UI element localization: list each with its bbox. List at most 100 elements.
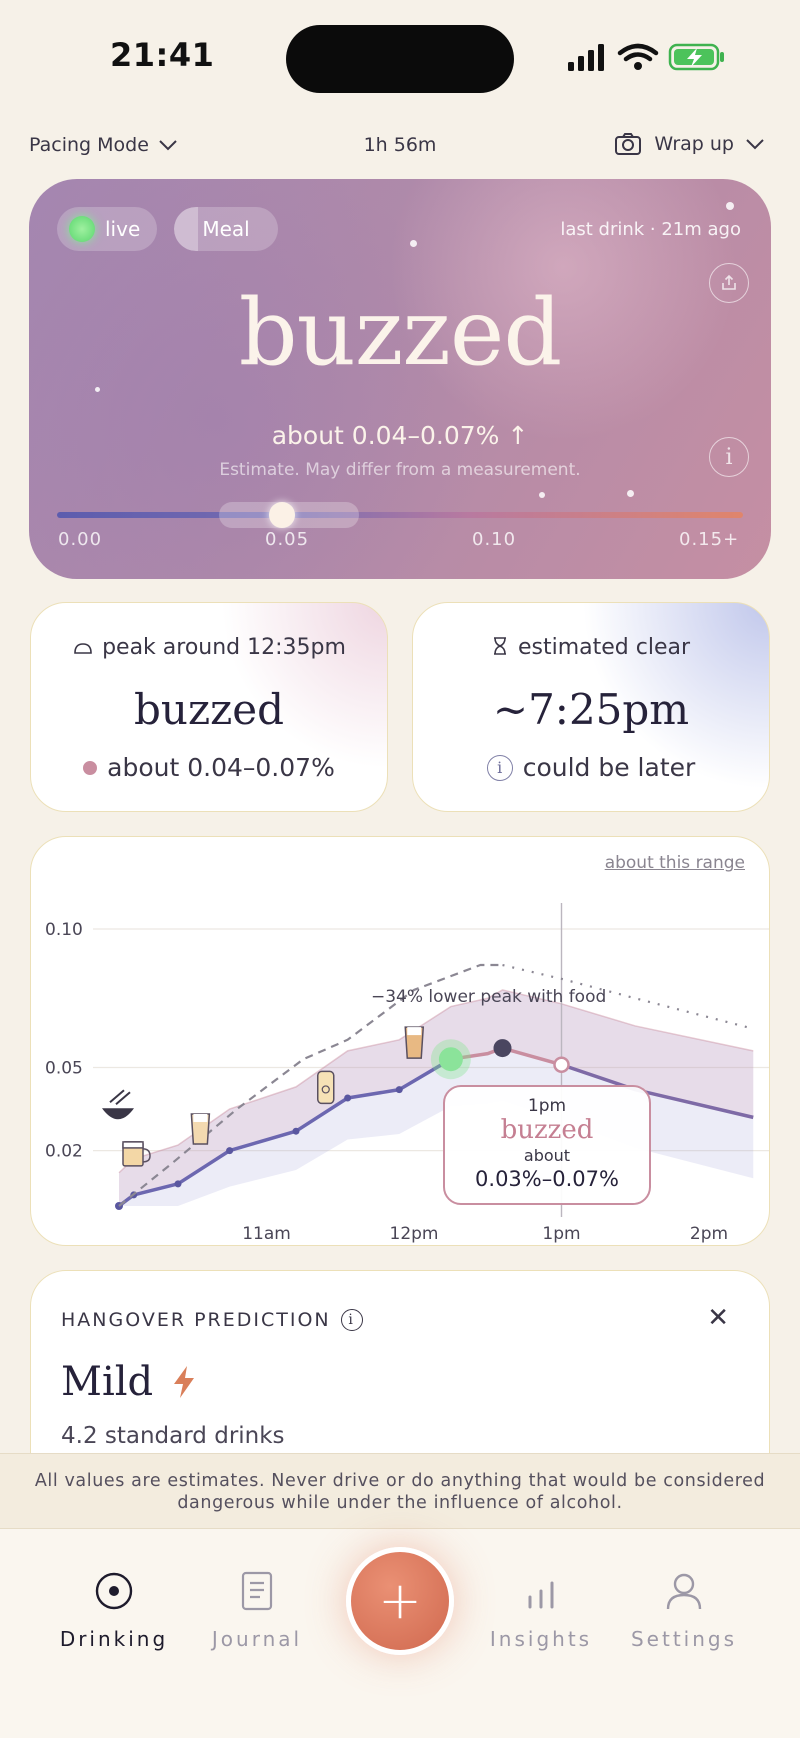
drink-point	[226, 1147, 234, 1155]
bac-hero-card: live Meal last drink · 21m ago buzzed ab…	[29, 179, 771, 579]
nav-drinking[interactable]: Drinking	[44, 1569, 184, 1651]
sparkle	[95, 387, 100, 392]
battery-icon	[668, 43, 724, 71]
live-dot-icon	[69, 216, 95, 242]
status-icons	[568, 43, 724, 71]
peak-marker	[493, 1039, 512, 1058]
nav-insights-label: Insights	[489, 1627, 593, 1651]
hangover-title: HANGOVER PREDICTION	[61, 1309, 331, 1331]
now-marker	[438, 1047, 463, 1072]
info-icon[interactable]: i	[486, 754, 513, 781]
clear-note-row: i could be later	[413, 753, 769, 782]
last-drink-time: last drink · 21m ago	[560, 219, 741, 240]
person-icon	[662, 1569, 706, 1613]
estimate-note: Estimate. May differ from a measurement.	[219, 460, 581, 480]
tooltip-time: 1pm	[527, 1096, 567, 1116]
info-button[interactable]: i	[709, 437, 749, 477]
meal-label: Meal	[202, 217, 250, 241]
live-badge: live	[57, 207, 157, 251]
drink-point	[174, 1180, 182, 1188]
hangover-title-row: HANGOVER PREDICTION i	[61, 1309, 363, 1331]
dynamic-island	[286, 25, 514, 93]
scale-label: 0.10	[472, 529, 517, 550]
plus-icon: +	[378, 1571, 422, 1631]
peak-header: peak around 12:35pm	[31, 635, 387, 660]
meal-half-moon-icon	[174, 207, 198, 251]
y-tick-label: 0.05	[45, 1059, 83, 1079]
x-tick-label: 1pm	[542, 1224, 580, 1244]
bac-chart: 0.10 0.05 0.02 11am 12pm 1pm 2pm −34% lower pea…	[45, 903, 769, 1244]
x-tick-label: 2pm	[690, 1224, 728, 1244]
insights-icon	[519, 1569, 563, 1613]
wrap-up-dropdown[interactable]: Wrap up	[654, 133, 766, 155]
info-icon[interactable]: i	[340, 1309, 363, 1331]
nav-journal[interactable]: Journal	[187, 1569, 327, 1651]
x-tick-label: 12pm	[390, 1224, 439, 1244]
hangover-card: HANGOVER PREDICTION i ✕ Mild 4.2 standar…	[30, 1270, 770, 1470]
tooltip-state: buzzed	[500, 1115, 594, 1145]
chevron-down-icon	[746, 139, 764, 150]
journal-icon	[235, 1569, 279, 1613]
hangover-level: Mild	[61, 1359, 154, 1405]
wrap-up-label: Wrap up	[654, 133, 734, 155]
drink-point	[344, 1094, 352, 1102]
can-icon	[317, 1070, 335, 1105]
hill-icon	[74, 643, 92, 654]
disclaimer: All values are estimates. Never drive or…	[0, 1453, 800, 1529]
close-icon: ✕	[707, 1303, 729, 1333]
close-button[interactable]: ✕	[707, 1303, 729, 1333]
bac-scale-bar	[57, 512, 743, 518]
hourglass-icon	[493, 637, 506, 655]
sparkle	[539, 492, 545, 498]
nav-drinking-label: Drinking	[59, 1627, 169, 1651]
y-tick-label: 0.10	[45, 920, 83, 940]
pink-dot-icon	[83, 760, 98, 775]
peak-range-row: about 0.04–0.07%	[31, 753, 387, 782]
peak-range: about 0.04–0.07%	[107, 753, 335, 782]
info-icon: i	[725, 444, 733, 470]
meal-toggle[interactable]: Meal	[174, 207, 278, 251]
y-tick-label: 0.02	[45, 1142, 83, 1162]
wifi-icon	[617, 43, 659, 62]
peak-state: buzzed	[134, 685, 284, 734]
lightning-icon	[174, 1366, 195, 1398]
nav-settings[interactable]: Settings	[614, 1569, 754, 1651]
beer-mug-icon	[122, 1141, 151, 1167]
tooltip-range: 0.03%–0.07%	[475, 1167, 619, 1191]
drink-point	[292, 1127, 300, 1135]
drinking-icon	[92, 1569, 136, 1613]
clear-note: could be later	[522, 753, 696, 782]
glass-icon	[190, 1113, 211, 1145]
cellular-signal-icon	[568, 44, 604, 71]
bac-chart-card: about this range 0.10 0.05 0.02 11am 12pm 1pm…	[30, 836, 770, 1246]
drink-point	[395, 1086, 403, 1094]
bowl-icon	[102, 1089, 134, 1120]
peak-card[interactable]: peak around 12:35pm buzzed about 0.04–0.…	[30, 602, 388, 812]
bottom-nav: Drinking Journal + Insights Settings	[0, 1529, 800, 1738]
bac-range: about 0.04–0.07% ↑	[271, 421, 529, 450]
clear-card[interactable]: estimated clear ~7:25pm i could be later	[412, 602, 770, 812]
food-annotation: −34% lower peak with food	[371, 987, 606, 1007]
scale-label: 0.05	[265, 529, 310, 550]
bac-state-title: buzzed	[238, 279, 562, 386]
add-drink-button[interactable]: +	[346, 1547, 454, 1655]
scale-label: 0.15+	[679, 529, 740, 550]
camera-icon[interactable]	[614, 132, 642, 156]
sparkle	[726, 202, 734, 210]
peak-header-label: peak around 12:35pm	[102, 635, 346, 660]
nav-settings-label: Settings	[630, 1627, 738, 1651]
nav-journal-label: Journal	[211, 1627, 303, 1651]
hangover-level-row: Mild	[61, 1359, 197, 1405]
cursor-marker	[553, 1056, 570, 1073]
live-label: live	[105, 217, 141, 241]
x-tick-label: 11am	[242, 1224, 291, 1244]
clear-time: ~7:25pm	[492, 685, 690, 734]
cocktail-icon	[404, 1026, 425, 1059]
tooltip-prefix: about	[523, 1146, 571, 1165]
sparkle	[410, 240, 417, 247]
scale-label: 0.00	[58, 529, 103, 550]
nav-insights[interactable]: Insights	[471, 1569, 611, 1651]
status-time: 21:41	[110, 36, 215, 74]
clear-header: estimated clear	[413, 635, 769, 660]
standard-drinks: 4.2 standard drinks	[61, 1423, 285, 1449]
